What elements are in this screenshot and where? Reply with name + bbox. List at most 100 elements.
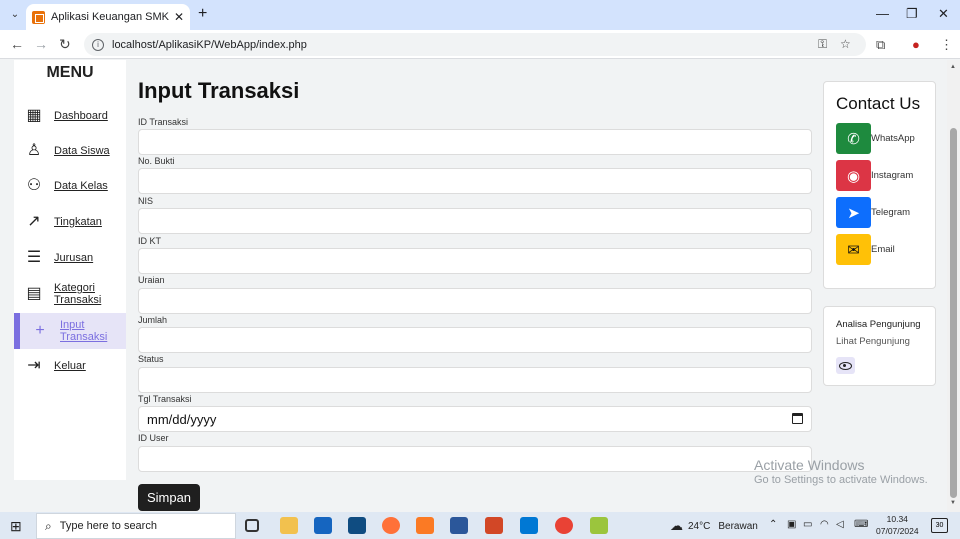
contact-instagram[interactable]: ◉ Instagram: [836, 160, 913, 191]
sidebar-item-keluar[interactable]: ⇥ Keluar: [14, 348, 126, 384]
watermark-line2: Go to Settings to activate Windows.: [754, 474, 928, 486]
sidebar-item-label[interactable]: Tingkatan: [54, 216, 102, 228]
firefox-icon[interactable]: [382, 517, 400, 534]
volume-icon[interactable]: ◁: [836, 519, 844, 530]
clock-date: 07/07/2024: [876, 526, 919, 536]
minimize-icon[interactable]: —: [876, 6, 889, 21]
tab-close-icon[interactable]: ✕: [174, 10, 184, 24]
notification-icon[interactable]: 30: [931, 518, 948, 533]
taskbar-search[interactable]: ⌕ Type here to search: [36, 513, 236, 539]
wifi-icon[interactable]: ◠: [820, 519, 829, 530]
sidebar-item-label[interactable]: Data Kelas: [54, 180, 108, 192]
id-kt-input[interactable]: [138, 248, 812, 274]
contact-label: Telegram: [871, 207, 911, 218]
contact-title: Contact Us: [836, 94, 921, 113]
sidebar: MENU ▦ Dashboard ♙ Data Siswa ⚇ Data Kel…: [14, 60, 126, 480]
analisa-title: Analisa Pengunjung: [836, 319, 921, 330]
device-icon[interactable]: ▣: [787, 519, 796, 530]
sidebar-item-label[interactable]: Dashboard: [54, 110, 108, 122]
paint-icon[interactable]: [590, 517, 608, 534]
url-text: localhost/AplikasiKP/WebApp/index.php: [112, 38, 307, 51]
system-clock[interactable]: 10.34 07/07/2024: [876, 513, 919, 537]
sidebar-item-data-siswa[interactable]: ♙ Data Siswa: [14, 133, 126, 169]
simpan-button[interactable]: Simpan: [138, 484, 200, 511]
restore-icon[interactable]: ❐: [906, 6, 918, 22]
sidebar-item-kategori-transaksi[interactable]: ▤ Kategori Transaksi: [14, 276, 126, 312]
calendar-icon[interactable]: [792, 413, 803, 424]
no-bukti-input[interactable]: [138, 168, 812, 194]
bookmark-star-icon[interactable]: ☆: [840, 37, 851, 51]
status-input[interactable]: [138, 367, 812, 393]
scroll-down-icon[interactable]: ▼: [950, 500, 956, 506]
weather-text: Berawan: [718, 520, 758, 532]
list-user-icon: ☰: [26, 249, 42, 266]
field-label: NIS: [138, 196, 154, 206]
sidebar-item-label[interactable]: Data Siswa: [54, 145, 110, 157]
language-icon[interactable]: ⌨: [854, 519, 868, 530]
scrollbar-thumb[interactable]: [950, 128, 957, 498]
password-key-icon[interactable]: ⚿: [818, 37, 827, 52]
sidebar-item-dashboard[interactable]: ▦ Dashboard: [14, 98, 126, 134]
task-view-icon[interactable]: [245, 519, 259, 532]
powerpoint-icon[interactable]: [485, 517, 503, 534]
uraian-input[interactable]: [138, 288, 812, 314]
browser-menu-icon[interactable]: ⋮: [940, 37, 953, 53]
scroll-up-icon[interactable]: ▲: [950, 64, 956, 70]
back-arrow-icon[interactable]: ←: [10, 36, 24, 52]
jumlah-input[interactable]: [138, 327, 812, 353]
tab-title: Aplikasi Keuangan SMK Padindi: [51, 11, 170, 23]
clock-time: 10.34: [886, 514, 908, 524]
word-icon[interactable]: [450, 517, 468, 534]
reload-icon[interactable]: ↻: [59, 36, 71, 53]
field-label: Jumlah: [138, 315, 168, 325]
sidebar-item-label[interactable]: Input Transaksi: [60, 319, 112, 343]
mail-icon: ✉: [836, 234, 871, 265]
windows-taskbar: ⊞ ⌕ Type here to search ☁ 24°C Berawan ⌃…: [0, 512, 960, 539]
sidebar-item-label[interactable]: Jurusan: [54, 252, 93, 264]
site-info-icon[interactable]: i: [92, 38, 104, 51]
chrome-icon[interactable]: [555, 517, 573, 534]
sidebar-item-label[interactable]: Kategori Transaksi: [54, 282, 114, 306]
weather-widget[interactable]: ☁ 24°C Berawan: [670, 518, 758, 534]
mail-app-icon[interactable]: [314, 517, 332, 534]
profile-avatar-icon[interactable]: ●: [912, 37, 920, 52]
sidebar-item-tingkatan[interactable]: ↗ Tingkatan: [14, 204, 126, 240]
page-title: Input Transaksi: [138, 78, 300, 103]
analisa-card: Analisa Pengunjung Lihat Pengunjung: [823, 306, 936, 386]
field-label: Status: [138, 354, 164, 364]
page-scrollbar[interactable]: ▲ ▼: [947, 60, 960, 512]
file-explorer-icon[interactable]: [280, 517, 298, 534]
tgl-transaksi-date-input[interactable]: mm/dd/yyyy: [138, 406, 812, 432]
lihat-pengunjung-link[interactable]: Lihat Pengunjung: [836, 336, 910, 347]
temperature: 24°C: [688, 520, 711, 532]
close-window-icon[interactable]: ✕: [938, 6, 949, 22]
sidebar-item-input-transaksi[interactable]: + Input Transaksi: [14, 313, 126, 349]
tab-list-chevron-icon[interactable]: ⌄: [6, 6, 24, 24]
store-icon[interactable]: [348, 517, 366, 534]
user-icon: ♙: [26, 142, 42, 159]
xampp-icon[interactable]: [416, 517, 434, 534]
tray-chevron-icon[interactable]: ⌃: [769, 519, 777, 530]
grid-icon: ▦: [26, 107, 42, 124]
contact-email[interactable]: ✉ Email: [836, 234, 895, 265]
sidebar-item-label[interactable]: Keluar: [54, 360, 86, 372]
field-label: Tgl Transaksi: [138, 394, 192, 404]
id-transaksi-input[interactable]: [138, 129, 812, 155]
field-label: ID User: [138, 433, 169, 443]
contact-whatsapp[interactable]: ✆ WhatsApp: [836, 123, 915, 154]
browser-tab[interactable]: Aplikasi Keuangan SMK Padindi ✕: [26, 4, 190, 30]
sidebar-item-jurusan[interactable]: ☰ Jurusan: [14, 240, 126, 276]
nis-input[interactable]: [138, 208, 812, 234]
sidebar-item-data-kelas[interactable]: ⚇ Data Kelas: [14, 168, 126, 204]
id-user-input[interactable]: [138, 446, 812, 472]
new-tab-button[interactable]: +: [198, 5, 207, 23]
windows-start-icon[interactable]: ⊞: [10, 518, 22, 535]
extensions-icon[interactable]: ⧉: [876, 37, 885, 53]
vscode-icon[interactable]: [520, 517, 538, 534]
forward-arrow-icon[interactable]: →: [34, 36, 48, 52]
eye-icon[interactable]: [836, 357, 855, 374]
address-bar[interactable]: i localhost/AplikasiKP/WebApp/index.php: [84, 33, 866, 56]
trend-icon: ↗: [27, 213, 41, 230]
contact-telegram[interactable]: ➤ Telegram: [836, 197, 910, 228]
battery-icon[interactable]: ▭: [803, 519, 812, 530]
